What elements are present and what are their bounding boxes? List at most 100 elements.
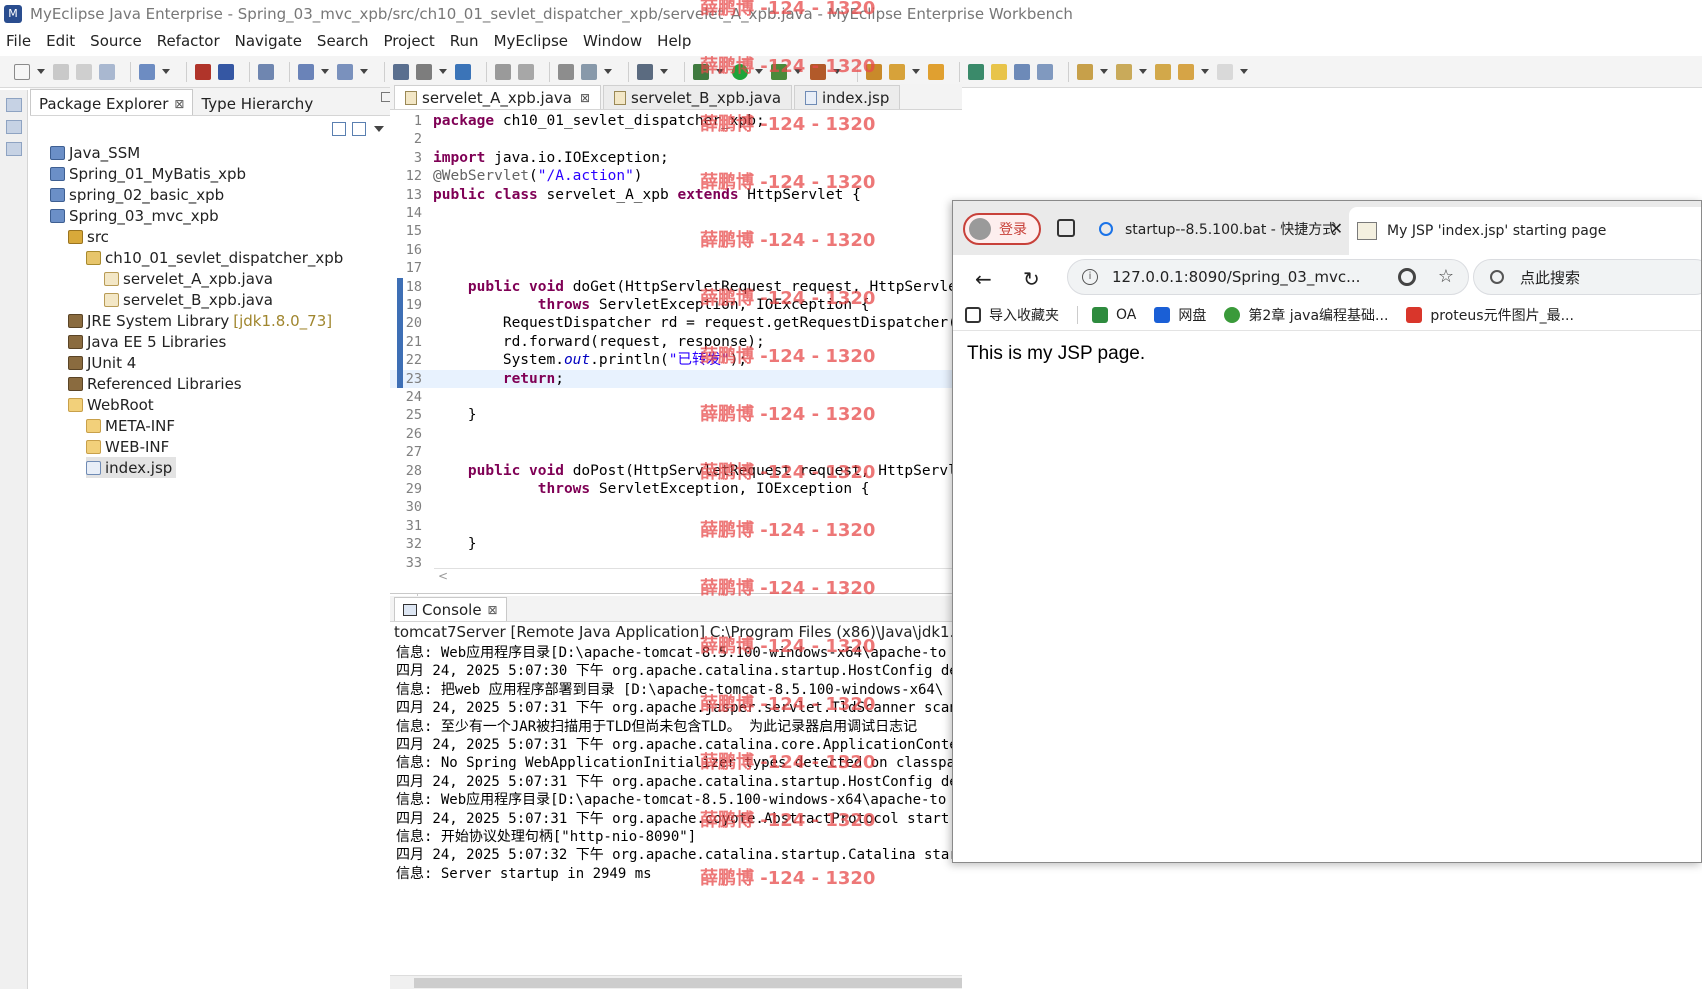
open-type-icon[interactable] <box>195 63 211 80</box>
code-line[interactable]: 31 <box>390 517 962 535</box>
tab-package-explorer[interactable]: Package Explorer ⊠ <box>30 89 194 115</box>
tree-item-junit[interactable]: JUnit 4 <box>68 352 136 373</box>
tree-item-javaee[interactable]: Java EE 5 Libraries <box>68 331 226 352</box>
close-icon[interactable]: ⊠ <box>174 97 184 111</box>
browser-search-box[interactable]: 点此搜索 <box>1473 259 1701 295</box>
menu-window[interactable]: Window <box>583 32 642 50</box>
code-line[interactable]: 22 System.out.println("已转发"); <box>390 351 962 369</box>
code-line[interactable]: 15 <box>390 222 962 240</box>
toggle-breadcrumb-icon[interactable] <box>968 63 984 80</box>
tree-item-referenced-libs[interactable]: Referenced Libraries <box>68 373 242 394</box>
code-line[interactable]: 13 public class servelet_A_xpb extends Ht… <box>390 186 962 204</box>
bookmark-oa[interactable]: OA <box>1092 306 1136 323</box>
search-tool-dropdown-icon[interactable] <box>604 68 612 75</box>
star-icon[interactable]: ☆ <box>1438 266 1454 287</box>
tree-item-servelet-a[interactable]: servelet_A_xpb.java <box>104 268 273 289</box>
task-icon[interactable] <box>558 63 574 80</box>
code-line[interactable]: 18 public void doGet(HttpServletRequest … <box>390 278 983 296</box>
deploy-icon[interactable] <box>298 63 314 80</box>
menu-navigate[interactable]: Navigate <box>235 32 302 50</box>
tree-item-src[interactable]: src <box>68 226 109 247</box>
menu-refactor[interactable]: Refactor <box>157 32 220 50</box>
close-icon[interactable]: ✕ <box>1330 219 1343 238</box>
address-bar[interactable]: i 127.0.0.1:8090/Spring_03_mvc... ☆ <box>1067 259 1469 295</box>
pencil-dropdown-icon[interactable] <box>912 68 920 75</box>
step-icon[interactable] <box>495 63 511 80</box>
run-dropdown-icon[interactable] <box>755 68 763 75</box>
tree-item-servelet-b[interactable]: servelet_B_xpb.java <box>104 289 273 310</box>
coverage-dropdown-icon[interactable] <box>794 68 802 75</box>
tab-servelet-b[interactable]: servelet_B_xpb.java <box>603 85 793 109</box>
compat-mode-icon[interactable] <box>1398 268 1416 286</box>
run-icon[interactable] <box>732 63 748 80</box>
reload-icon[interactable]: ↻ <box>1023 267 1040 291</box>
save-all-icon[interactable] <box>76 63 92 80</box>
tab-servelet-a[interactable]: servelet_A_xpb.java ⊠ <box>394 85 602 109</box>
code-line[interactable]: 28 public void doPost(HttpServletRequest… <box>390 462 983 480</box>
browser-tab-startup[interactable]: startup--8.5.100.bat - 快捷方式 ✕ <box>1099 213 1343 245</box>
coverage-icon[interactable] <box>771 63 787 80</box>
code-line[interactable]: 16 <box>390 241 962 259</box>
menu-source[interactable]: Source <box>90 32 142 50</box>
tab-console[interactable]: Console ⊠ <box>394 597 507 621</box>
show-whitespace-icon[interactable] <box>1037 63 1053 80</box>
server-icon[interactable] <box>337 63 353 80</box>
print-icon[interactable] <box>99 63 115 80</box>
server-dropdown-icon[interactable] <box>360 68 368 75</box>
step-return-icon[interactable] <box>518 63 534 80</box>
code-line[interactable]: 30 <box>390 498 962 516</box>
bookmark-proteus[interactable]: proteus元件图片_最... <box>1406 305 1574 325</box>
code-line[interactable]: 32 } <box>390 535 962 553</box>
login-button[interactable]: 登录 <box>963 213 1041 245</box>
tree-item-spring-03[interactable]: Spring_03_mvc_xpb <box>50 205 219 226</box>
menu-run[interactable]: Run <box>450 32 479 50</box>
next-annotation-dropdown-icon[interactable] <box>1100 68 1108 75</box>
tree-item-java-ssm[interactable]: Java_SSM <box>50 142 140 163</box>
tree-item-index-jsp[interactable]: index.jsp <box>86 457 177 478</box>
code-line[interactable]: 17 <box>390 259 962 277</box>
new-dropdown-icon[interactable] <box>37 68 45 75</box>
code-line[interactable]: 21 rd.forward(request, response); <box>390 333 962 351</box>
tab-index-jsp[interactable]: index.jsp <box>794 85 901 109</box>
search-tool-icon[interactable] <box>581 63 597 80</box>
tree-item-meta-inf[interactable]: META-INF <box>86 415 175 436</box>
scrollbar-thumb[interactable] <box>414 978 962 988</box>
pencil-icon[interactable] <box>889 63 905 80</box>
back-arrow-icon[interactable]: ← <box>975 267 992 291</box>
menu-myeclipse[interactable]: MyEclipse <box>494 32 568 50</box>
code-line[interactable]: 14 <box>390 204 962 222</box>
manage-deployments-icon[interactable] <box>393 63 409 80</box>
collapse-all-icon[interactable] <box>332 122 346 136</box>
code-line[interactable]: 3 import java.io.IOException; <box>390 149 962 167</box>
mark-occurrences-icon[interactable] <box>991 63 1007 80</box>
tree-item-package[interactable]: ch10_01_sevlet_dispatcher_xpb <box>86 247 343 268</box>
tree-item-jre[interactable]: JRE System Library [jdk1.8.0_73] <box>68 310 332 331</box>
tree-item-spring-02[interactable]: spring_02_basic_xpb <box>50 184 224 205</box>
code-area[interactable]: 1 package ch10_01_sevlet_dispatcher_xpb; 2… <box>390 110 983 571</box>
new-project-dropdown-icon[interactable] <box>162 68 170 75</box>
external-tools-icon[interactable] <box>810 63 826 80</box>
code-line[interactable]: 19 throws ServletException, IOException … <box>390 296 962 314</box>
forward-icon[interactable] <box>1217 63 1233 80</box>
menu-edit[interactable]: Edit <box>46 32 75 50</box>
restore-icon[interactable] <box>6 98 22 112</box>
close-icon[interactable]: ⊠ <box>488 603 498 617</box>
console-horizontal-scrollbar[interactable] <box>390 975 962 989</box>
new-project-icon[interactable] <box>139 63 155 80</box>
code-line[interactable]: 26 <box>390 425 962 443</box>
tree-item-web-inf[interactable]: WEB-INF <box>86 436 169 457</box>
code-line[interactable]: 25 } <box>390 406 962 424</box>
link-with-editor-icon[interactable] <box>352 122 366 136</box>
new-icon[interactable] <box>14 63 30 80</box>
menu-file[interactable]: File <box>6 32 31 50</box>
editor-horizontal-scrollbar[interactable]: < <box>434 568 962 583</box>
debug-icon[interactable] <box>693 63 709 80</box>
open-task-icon[interactable] <box>928 63 944 80</box>
deploy-dropdown-icon[interactable] <box>321 68 329 75</box>
open-folder-icon[interactable] <box>866 63 882 80</box>
console-output[interactable]: 信息: Web应用程序目录[D:\apache-tomcat-8.5.100-w… <box>396 644 962 883</box>
site-info-icon[interactable]: i <box>1082 269 1098 285</box>
browser-tab-jsp[interactable]: My JSP 'index.jsp' starting page <box>1349 207 1701 255</box>
outline-view-icon[interactable] <box>6 142 22 156</box>
code-line[interactable]: 2 <box>390 130 962 148</box>
